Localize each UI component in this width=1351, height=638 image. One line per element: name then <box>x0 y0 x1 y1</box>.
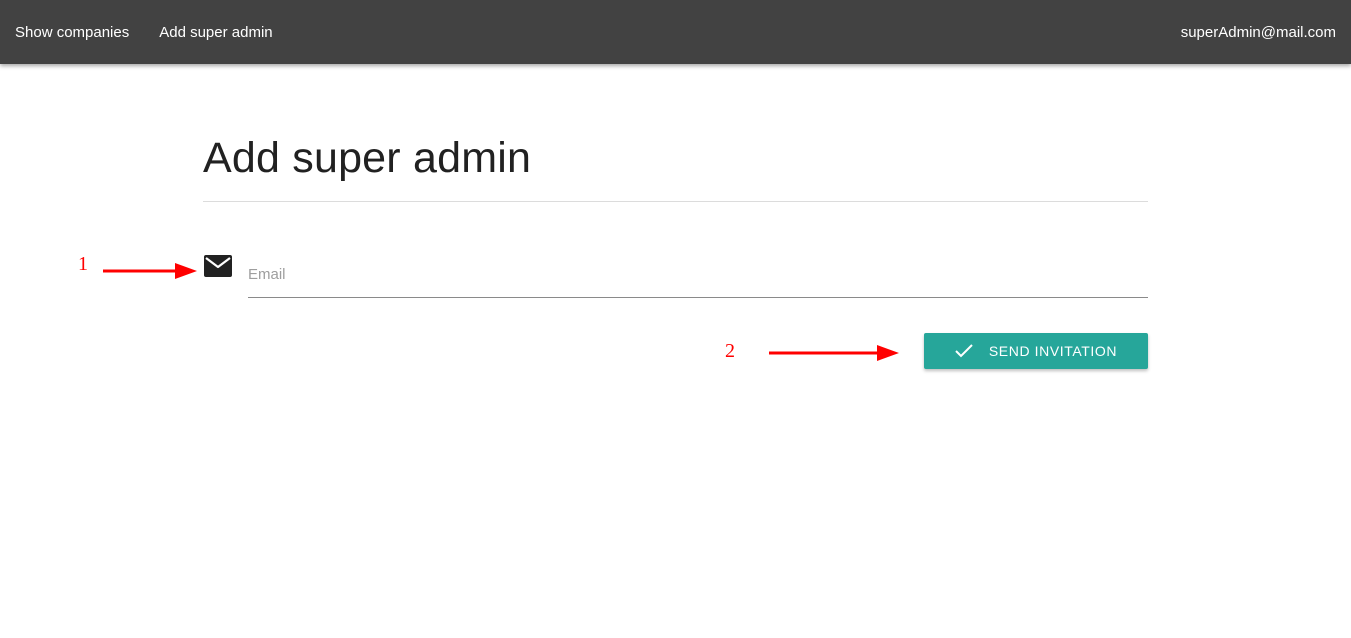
email-field <box>248 258 1148 298</box>
email-input[interactable] <box>248 258 1148 290</box>
send-invitation-label: SEND INVITATION <box>988 343 1118 359</box>
annotation-marker-2: 2 <box>725 340 735 362</box>
annotation-arrow-1-icon <box>103 263 197 279</box>
annotation-marker-1: 1 <box>78 253 88 275</box>
top-navbar: Show companies Add super admin superAdmi… <box>0 0 1351 64</box>
title-divider <box>203 201 1148 202</box>
mail-icon <box>204 255 232 277</box>
nav-show-companies[interactable]: Show companies <box>15 24 129 41</box>
annotation-arrow-2-icon <box>769 345 899 361</box>
user-email[interactable]: superAdmin@mail.com <box>1181 24 1336 41</box>
page-title: Add super admin <box>203 134 532 182</box>
nav-add-super-admin[interactable]: Add super admin <box>159 24 272 41</box>
send-invitation-button[interactable]: SEND INVITATION <box>924 333 1148 369</box>
check-icon <box>955 344 973 358</box>
